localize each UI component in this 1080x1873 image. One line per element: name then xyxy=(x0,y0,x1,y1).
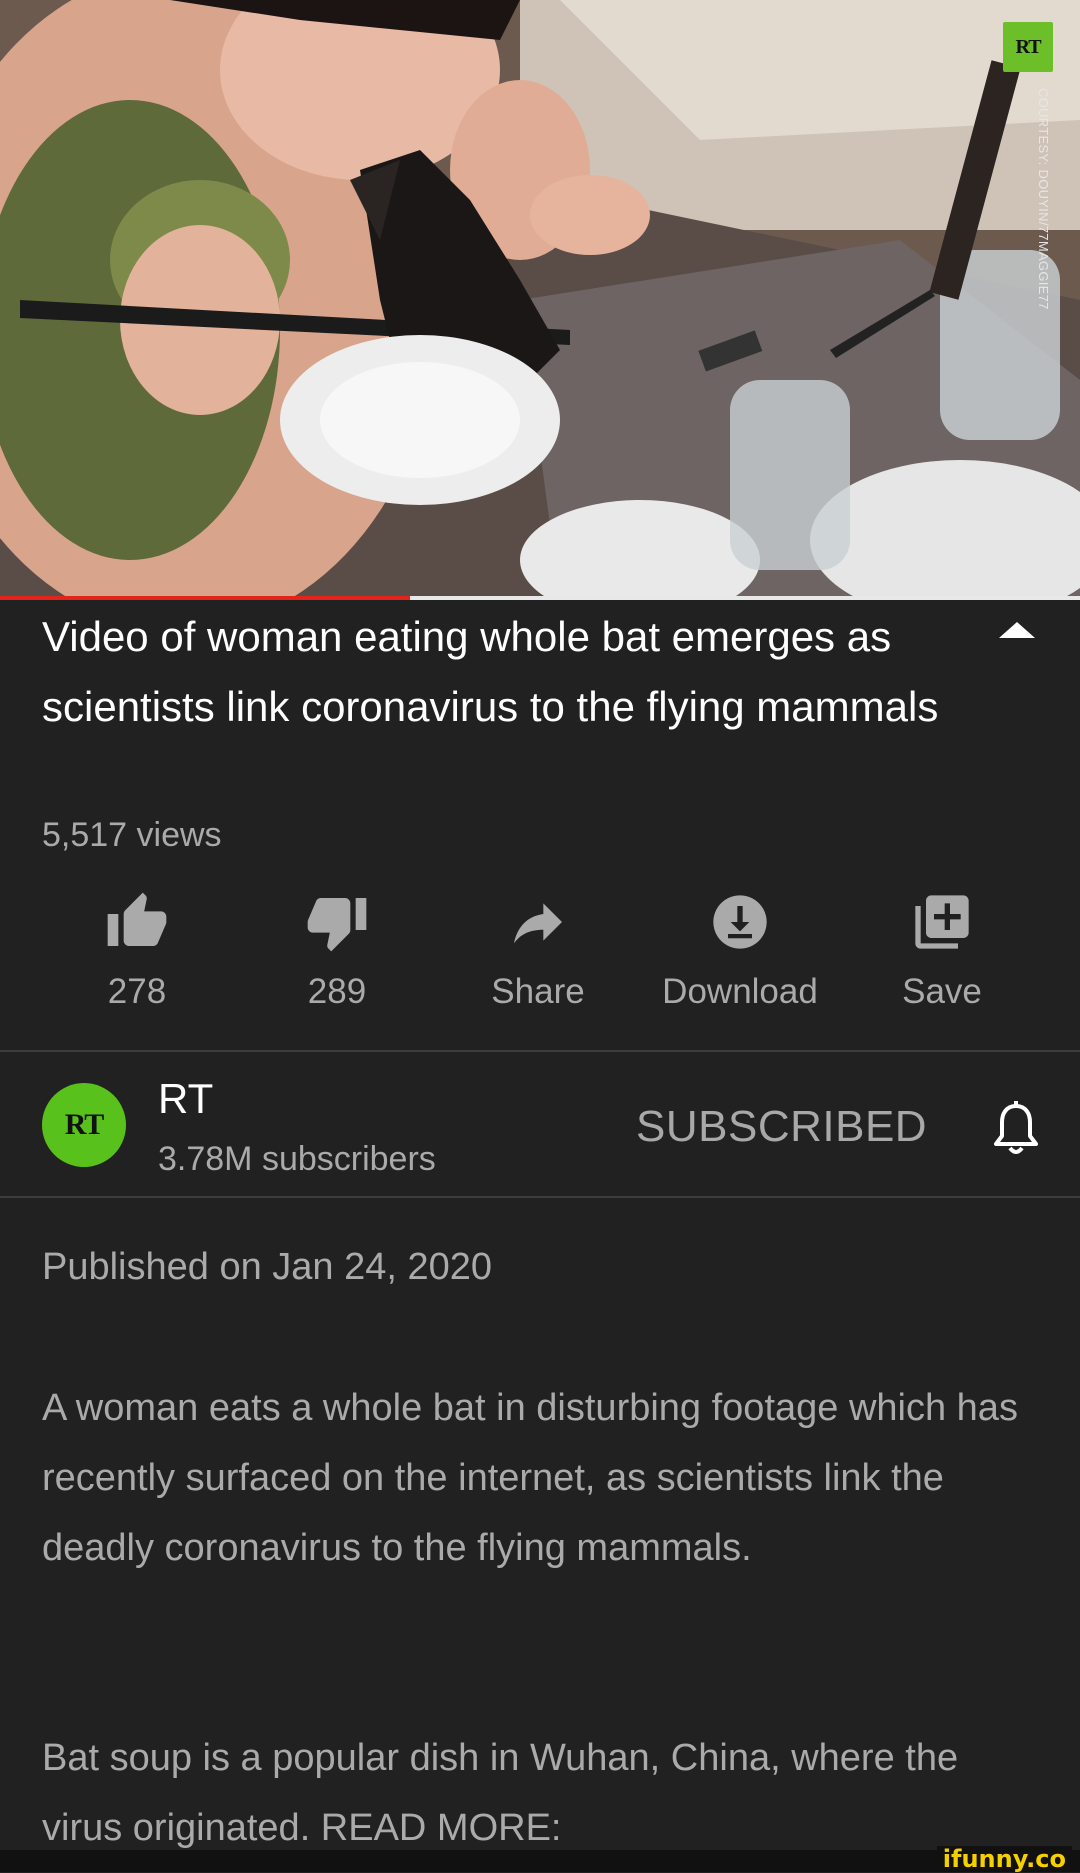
share-button[interactable]: Share xyxy=(438,890,638,1012)
video-frame xyxy=(0,0,1080,600)
download-button[interactable]: Download xyxy=(640,890,840,1012)
channel-avatar[interactable]: RT xyxy=(42,1083,126,1167)
save-label: Save xyxy=(902,972,982,1011)
ifunny-watermark: ifunny.co xyxy=(936,1846,1072,1872)
rt-logo-text: RT xyxy=(1015,35,1041,58)
bell-icon xyxy=(994,1101,1038,1154)
share-arrow-icon xyxy=(514,903,562,944)
rt-logo: RT xyxy=(1003,22,1053,72)
view-count: 5,517 views xyxy=(42,816,222,854)
subscribed-button[interactable]: SUBSCRIBED xyxy=(636,1102,927,1152)
subscriber-count: 3.78M subscribers xyxy=(158,1140,436,1178)
thumbs-down-icon xyxy=(307,898,367,952)
caret-up-icon xyxy=(999,622,1035,638)
thumbs-up-icon xyxy=(107,892,167,946)
collapse-description-button[interactable] xyxy=(995,610,1039,650)
dislike-button[interactable]: 289 xyxy=(237,890,437,1012)
courtesy-credit: COURTESY: DOUYIN/77MAGGIE77 xyxy=(1036,88,1051,310)
divider xyxy=(0,1196,1080,1198)
description-paragraph: A woman eats a whole bat in disturbing f… xyxy=(42,1387,1018,1569)
like-button[interactable]: 278 xyxy=(37,890,237,1012)
add-to-playlist-icon xyxy=(915,895,969,949)
download-label: Download xyxy=(662,972,818,1011)
dislike-count: 289 xyxy=(307,972,367,1011)
channel-avatar-text: RT xyxy=(64,1108,105,1141)
watermark-bar xyxy=(0,1850,1080,1872)
save-button[interactable]: Save xyxy=(842,890,1042,1012)
action-row: 278 289 Share Download Save xyxy=(0,890,1080,1040)
like-count: 278 xyxy=(107,972,167,1011)
video-progress-fill xyxy=(0,596,411,600)
video-progress-bar[interactable] xyxy=(0,596,1080,600)
share-label: Share xyxy=(491,972,585,1011)
notification-bell-button[interactable] xyxy=(990,1100,1042,1156)
published-date: Published on Jan 24, 2020 xyxy=(42,1246,493,1288)
channel-name[interactable]: RT xyxy=(158,1075,213,1123)
divider xyxy=(0,1050,1080,1052)
video-title: Video of woman eating whole bat emerges … xyxy=(42,613,939,730)
download-icon xyxy=(713,895,767,949)
description-paragraph: Bat soup is a popular dish in Wuhan, Chi… xyxy=(42,1737,959,1849)
video-player[interactable]: RT COURTESY: DOUYIN/77MAGGIE77 xyxy=(0,0,1080,600)
